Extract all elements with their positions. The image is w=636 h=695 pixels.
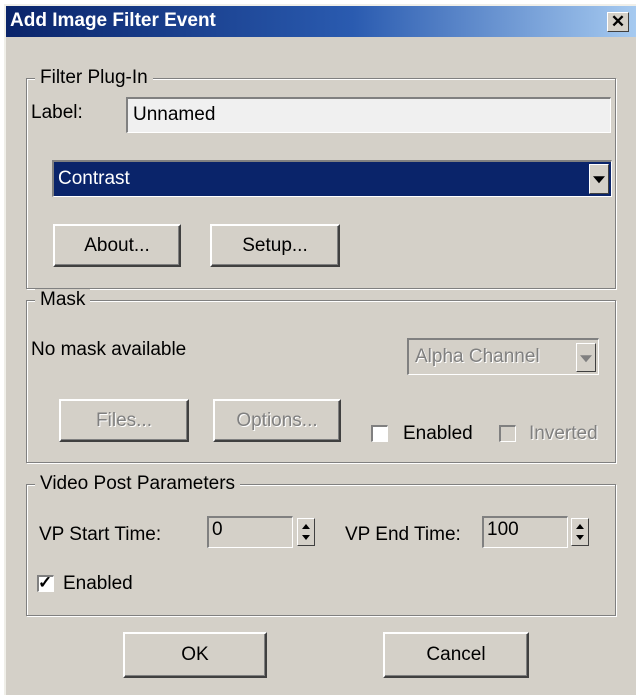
mask-channel-value: Alpha Channel: [415, 346, 540, 367]
filter-dropdown[interactable]: Contrast: [52, 160, 612, 197]
vp-start-value: 0: [212, 519, 223, 540]
mask-inverted-label: Inverted: [529, 423, 598, 444]
spinner-up-icon: [576, 524, 584, 529]
mask-enabled-checkbox[interactable]: [371, 425, 388, 442]
vp-end-spinner[interactable]: [571, 518, 589, 546]
dialog-title: Add Image Filter Event: [10, 10, 216, 31]
vp-end-field[interactable]: 100: [482, 516, 568, 548]
filter-plugin-group: Filter Plug-In Label: Unnamed Contrast A…: [26, 67, 616, 289]
chevron-down-icon: [580, 354, 592, 362]
mask-enabled-label: Enabled: [403, 423, 473, 444]
vp-start-caption: VP Start Time:: [39, 524, 162, 545]
options-button-label: Options...: [236, 409, 318, 431]
setup-button[interactable]: Setup...: [210, 224, 340, 267]
close-icon: ✕: [610, 12, 626, 31]
dialog-window: Add Image Filter Event ✕ Filter Plug-In …: [4, 4, 636, 695]
chevron-down-icon: [593, 176, 605, 184]
options-button[interactable]: Options...: [213, 399, 341, 442]
video-post-group: Video Post Parameters VP Start Time: 0 V…: [26, 473, 616, 616]
label-caption: Label:: [31, 102, 83, 123]
cancel-button-label: Cancel: [426, 644, 486, 665]
mask-group-label: Mask: [35, 289, 91, 311]
setup-button-label: Setup...: [242, 234, 308, 256]
files-button-label: Files...: [96, 409, 152, 431]
ok-button-label: OK: [181, 644, 209, 665]
files-button[interactable]: Files...: [59, 399, 189, 442]
mask-inverted-checkbox[interactable]: [499, 425, 516, 442]
close-button[interactable]: ✕: [607, 12, 629, 32]
check-icon: ✓: [38, 573, 53, 592]
filter-dropdown-arrow[interactable]: [589, 164, 609, 194]
title-bar[interactable]: Add Image Filter Event ✕: [6, 6, 636, 37]
about-button[interactable]: About...: [53, 224, 181, 267]
mask-channel-arrow[interactable]: [576, 343, 596, 372]
ok-button[interactable]: OK: [123, 632, 267, 678]
mask-channel-dropdown[interactable]: Alpha Channel: [407, 338, 599, 375]
vp-start-spinner[interactable]: [297, 518, 315, 546]
label-field[interactable]: Unnamed: [126, 97, 611, 133]
label-field-value: Unnamed: [133, 104, 216, 125]
spinner-down-icon: [302, 535, 310, 540]
vp-start-field[interactable]: 0: [207, 516, 293, 548]
vp-end-value: 100: [487, 519, 519, 540]
cancel-button[interactable]: Cancel: [383, 632, 529, 678]
video-post-group-label: Video Post Parameters: [35, 473, 241, 495]
about-button-label: About...: [84, 234, 150, 256]
filter-dropdown-value: Contrast: [58, 168, 130, 189]
filter-plugin-group-label: Filter Plug-In: [35, 67, 153, 89]
mask-status-text: No mask available: [31, 339, 187, 360]
spinner-up-icon: [302, 524, 310, 529]
vp-end-caption: VP End Time:: [345, 524, 461, 545]
mask-group: Mask No mask available Alpha Channel Fil…: [26, 289, 616, 463]
vp-enabled-label: Enabled: [63, 573, 133, 594]
vp-enabled-checkbox[interactable]: ✓: [37, 573, 54, 592]
spinner-down-icon: [576, 535, 584, 540]
